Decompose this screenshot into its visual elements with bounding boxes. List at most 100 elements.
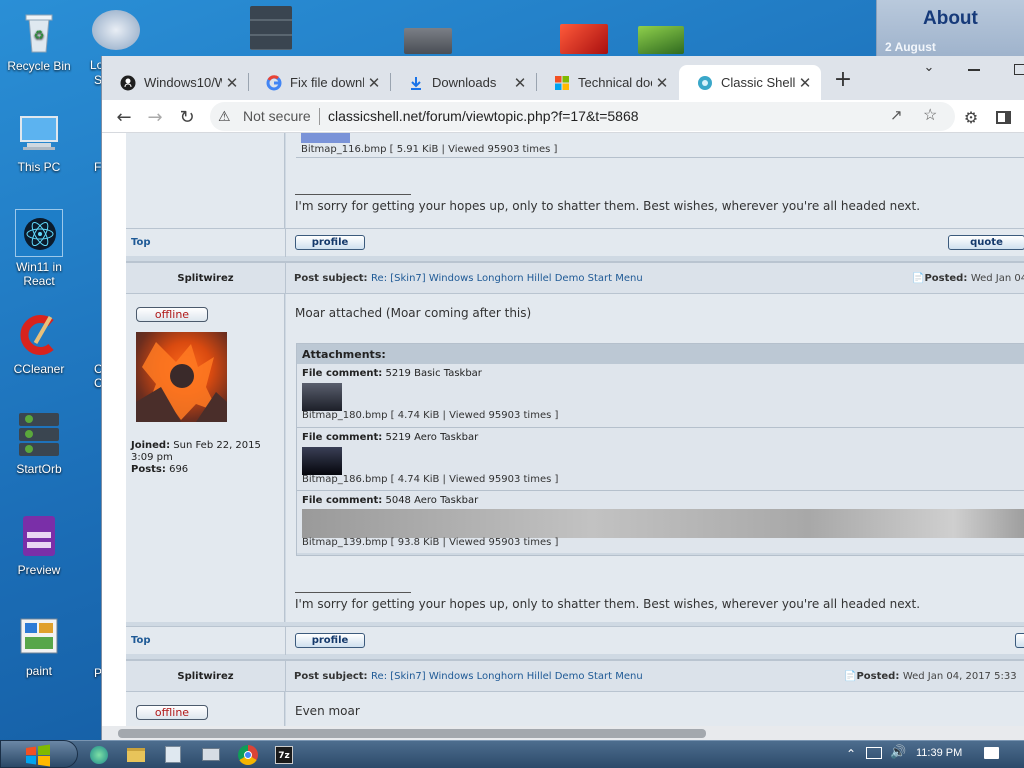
tab-label: Downloads — [432, 75, 497, 90]
close-icon[interactable]: ✕ — [652, 74, 672, 92]
taskbar-7zip-icon[interactable]: 7z — [275, 746, 293, 764]
post-text: Moar attached (Moar coming after this) — [295, 306, 532, 320]
posted-label: Posted: — [924, 273, 968, 284]
tab-strip: Windows10/W ✕ Fix file downlo ✕ Download… — [102, 56, 1024, 100]
desktop-icon-label: CCleaner — [13, 362, 65, 376]
notification-icon[interactable] — [984, 747, 999, 759]
top-link[interactable]: Top — [131, 635, 151, 646]
avatar — [136, 332, 227, 422]
preview-icon — [15, 512, 63, 560]
quote-button[interactable] — [1015, 633, 1024, 648]
attachment-comment: File comment: 5048 Aero Taskbar — [302, 495, 478, 506]
desktop-icon-partial[interactable] — [92, 10, 140, 50]
taskbar-chrome-icon[interactable] — [238, 745, 258, 765]
security-label[interactable]: Not secure — [243, 108, 311, 124]
profile-button[interactable]: profile — [295, 235, 365, 250]
close-icon[interactable]: ✕ — [222, 74, 242, 92]
tab-downloads[interactable]: Downloads ✕ — [390, 65, 536, 100]
tab-github[interactable]: Windows10/W ✕ — [102, 65, 248, 100]
close-icon[interactable]: ✕ — [510, 74, 530, 92]
comment-label: File comment: — [302, 368, 383, 379]
subject-link[interactable]: Re: [Skin7] Windows Longhorn Hillel Demo… — [371, 273, 643, 284]
startorb-icon — [15, 411, 63, 459]
attachment-file-info[interactable]: Bitmap_139.bmp [ 93.8 KiB | Viewed 95903… — [302, 537, 558, 548]
signature-divider — [295, 592, 411, 593]
extensions-icon[interactable]: ⚙ — [958, 104, 984, 130]
column-divider — [285, 627, 286, 655]
about-date: 2 August — [885, 40, 936, 54]
tab-technical-docs[interactable]: Technical docu ✕ — [536, 65, 678, 100]
new-tab-button[interactable]: + — [831, 68, 855, 92]
taskbar-store-icon[interactable] — [165, 746, 181, 763]
close-icon[interactable]: ✕ — [795, 74, 815, 92]
about-widget[interactable]: About 2 August — [876, 0, 1024, 56]
profile-button[interactable]: profile — [295, 633, 365, 648]
taskbar: 7z ⌃ 🔊 11:39 PM — [0, 740, 1024, 768]
attachment-thumbnail[interactable] — [302, 447, 342, 475]
desktop-icon-partial[interactable] — [560, 24, 608, 54]
volume-icon[interactable]: 🔊 — [890, 745, 906, 760]
warning-icon[interactable]: ⚠ — [218, 108, 231, 125]
post-author[interactable]: Splitwirez — [126, 273, 285, 284]
share-icon[interactable]: ↗ — [890, 106, 903, 124]
desktop-icon-partial[interactable] — [404, 28, 452, 54]
taskbar-edge-icon[interactable] — [90, 746, 108, 764]
back-button[interactable]: ← — [111, 104, 137, 130]
tab-label: Fix file downlo — [290, 75, 364, 90]
desktop-icon-this-pc[interactable]: This PC — [1, 109, 77, 174]
scrollbar-thumb[interactable] — [118, 729, 706, 738]
post-signature: I'm sorry for getting your hopes up, onl… — [295, 199, 921, 213]
desktop-icon-paint[interactable]: paint — [1, 613, 77, 678]
quote-button[interactable]: quote — [948, 235, 1024, 250]
tab-classic-shell[interactable]: Classic Shell · ✕ — [679, 65, 821, 100]
minimize-icon[interactable] — [968, 69, 980, 71]
browser-toolbar: ← → ↻ ⚠ Not secure classicshell.net/foru… — [102, 100, 1024, 133]
taskbar-mail-icon[interactable] — [202, 748, 220, 761]
attachment-file-info[interactable]: Bitmap_186.bmp [ 4.74 KiB | Viewed 95903… — [302, 474, 558, 485]
post-signature: I'm sorry for getting your hopes up, onl… — [295, 597, 921, 611]
desktop-icon-preview[interactable]: Preview — [1, 512, 77, 577]
close-icon[interactable]: ✕ — [364, 74, 384, 92]
posted-label: Posted: — [856, 671, 900, 682]
start-button[interactable] — [0, 740, 78, 768]
desktop-icon-startorb[interactable]: StartOrb — [1, 411, 77, 476]
desktop-icon-win11-in-react[interactable]: Win11 in React — [1, 209, 77, 288]
tab-google[interactable]: Fix file downlo ✕ — [248, 65, 390, 100]
taskbar-explorer-icon[interactable] — [127, 748, 145, 762]
desktop-icon-recycle-bin[interactable]: ♻ Recycle Bin — [1, 8, 77, 73]
attachment-file-info[interactable]: Bitmap_116.bmp [ 5.91 KiB | Viewed 95903… — [301, 144, 557, 155]
forward-button[interactable]: → — [142, 104, 168, 130]
page-left-margin — [102, 133, 126, 740]
side-panel-icon[interactable] — [990, 104, 1016, 130]
reload-button[interactable]: ↻ — [174, 104, 200, 130]
post-icon[interactable]: 📄 — [844, 671, 856, 682]
attachment-item: File comment: 5048 Aero Taskbar Bitmap_1… — [297, 490, 1024, 553]
desktop-icon-label: StartOrb — [16, 462, 62, 476]
address-divider — [319, 108, 320, 125]
post-author[interactable]: Splitwirez — [126, 671, 285, 682]
clock[interactable]: 11:39 PM — [916, 747, 962, 759]
tab-search-icon[interactable]: ⌄ — [920, 60, 938, 78]
desktop-icon-partial[interactable] — [250, 6, 292, 50]
paint-icon — [15, 613, 63, 661]
desktop-icon-partial[interactable] — [638, 26, 684, 54]
top-link[interactable]: Top — [131, 237, 151, 248]
attachment-thumbnail[interactable] — [301, 133, 350, 143]
attachment-thumbnail[interactable] — [302, 383, 342, 411]
attachment-box-edge — [296, 157, 1024, 158]
network-icon[interactable] — [866, 747, 882, 759]
tray-chevron-icon[interactable]: ⌃ — [846, 747, 856, 761]
attachment-file-info[interactable]: Bitmap_180.bmp [ 4.74 KiB | Viewed 95903… — [302, 410, 558, 421]
maximize-icon[interactable] — [1014, 64, 1024, 75]
desktop-icon-ccleaner[interactable]: CCleaner — [1, 311, 77, 376]
post-icon[interactable]: 📄 — [912, 273, 924, 284]
address-bar[interactable]: ⚠ Not secure classicshell.net/forum/view… — [210, 102, 955, 131]
url-text[interactable]: classicshell.net/forum/viewtopic.php?f=1… — [328, 108, 639, 124]
horizontal-scrollbar[interactable] — [102, 726, 1024, 740]
bookmark-star-icon[interactable]: ☆ — [923, 105, 937, 125]
attachment-thumbnail[interactable] — [302, 509, 1024, 538]
react-icon — [15, 209, 63, 257]
subject-link[interactable]: Re: [Skin7] Windows Longhorn Hillel Demo… — [371, 671, 643, 682]
signature-divider — [295, 194, 411, 195]
post-subject: Post subject: Re: [Skin7] Windows Longho… — [294, 671, 643, 682]
